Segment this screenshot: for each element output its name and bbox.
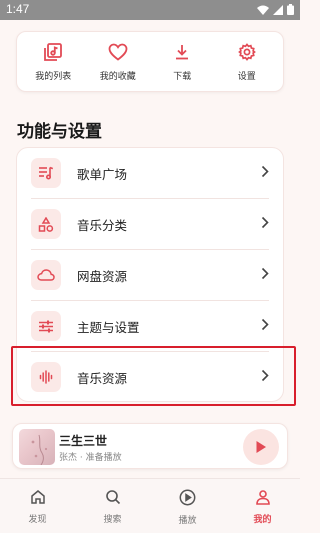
tab-search[interactable]: 搜索 (75, 479, 150, 533)
album-cover (19, 429, 55, 465)
heart-icon (108, 43, 128, 61)
tab-discover[interactable]: 发现 (0, 479, 75, 533)
wifi-icon (257, 5, 269, 15)
quick-label: 我的列表 (35, 72, 72, 82)
tab-mine[interactable]: 我的 (225, 479, 300, 533)
home-icon (30, 490, 45, 504)
quick-my-playlists[interactable]: 我的列表 (23, 41, 83, 82)
quick-label: 设置 (237, 72, 256, 82)
menu-item-playlist-square[interactable]: 歌单广场 (17, 148, 285, 198)
mini-player[interactable]: 三生三世 张杰 · 准备播放 (12, 423, 288, 469)
menu-item-label: 主题与设置 (77, 320, 140, 335)
sliders-icon (39, 320, 53, 332)
signal-icon (273, 4, 283, 15)
bottom-tab-bar: 发现 搜索 播放 我的 (0, 478, 300, 533)
waveform-icon (39, 370, 53, 384)
chevron-right-icon (261, 216, 269, 229)
menu-item-cloud-resources[interactable]: 网盘资源 (17, 250, 285, 300)
download-icon (176, 45, 189, 60)
search-icon (105, 490, 120, 505)
menu-item-music-resources[interactable]: 音乐资源 (17, 352, 285, 402)
status-time: 1:47 (6, 2, 30, 16)
status-bar: 1:47 (0, 0, 300, 20)
play-icon (256, 441, 266, 453)
play-button[interactable] (243, 429, 279, 465)
song-artist-status: 张杰 · 准备播放 (59, 453, 122, 463)
quick-settings[interactable]: 设置 (217, 41, 277, 82)
tab-label: 我的 (253, 515, 272, 525)
quick-downloads[interactable]: 下载 (152, 41, 212, 82)
tab-label: 播放 (178, 516, 197, 526)
battery-icon (287, 4, 294, 15)
quick-actions-card: 我的列表 我的收藏 下载 设置 (16, 31, 284, 92)
music-list-icon (39, 166, 54, 180)
quick-my-favorites[interactable]: 我的收藏 (88, 41, 148, 82)
chevron-right-icon (261, 165, 269, 178)
play-circle-icon (179, 489, 196, 506)
section-title: 功能与设置 (17, 122, 102, 142)
quick-label: 我的收藏 (99, 72, 136, 82)
song-title: 三生三世 (59, 434, 108, 448)
cloud-icon (37, 269, 55, 281)
menu-item-label: 音乐分类 (77, 218, 128, 233)
user-icon (255, 490, 270, 505)
tab-label: 搜索 (103, 515, 122, 525)
quick-label: 下载 (173, 72, 192, 82)
status-icons (257, 4, 294, 15)
gear-icon (237, 43, 256, 61)
album-art (31, 434, 48, 465)
tab-label: 发现 (28, 515, 47, 525)
menu-item-music-category[interactable]: 音乐分类 (17, 199, 285, 249)
feature-list-card: 歌单广场 音乐分类 网盘资源 主题与设置 音乐资源 (16, 147, 284, 402)
chevron-right-icon (261, 369, 269, 382)
playlist-icon (44, 43, 63, 61)
menu-item-label: 音乐资源 (77, 371, 128, 386)
menu-item-theme-settings[interactable]: 主题与设置 (17, 301, 285, 351)
menu-item-label: 网盘资源 (77, 269, 128, 284)
tab-play[interactable]: 播放 (150, 479, 225, 533)
chevron-right-icon (261, 267, 269, 280)
menu-item-label: 歌单广场 (77, 167, 128, 182)
chevron-right-icon (261, 318, 269, 331)
category-icon (38, 216, 54, 232)
